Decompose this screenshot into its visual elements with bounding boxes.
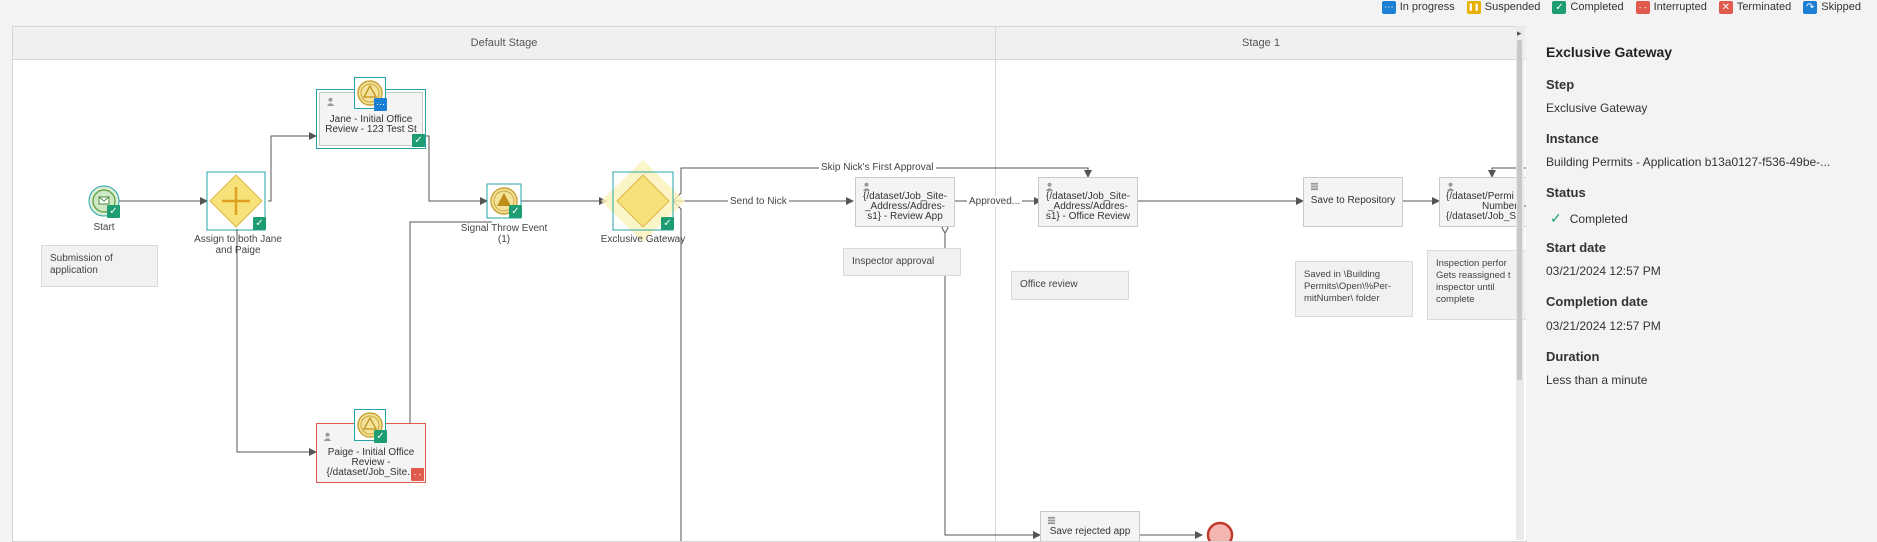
check-icon: ✓ (1550, 210, 1562, 226)
completed-check-icon: ✓ (661, 217, 674, 230)
flow-assign-to-jane (268, 132, 317, 202)
start-date-label: Start date (1546, 240, 1606, 255)
signal-event-label: Signal Throw Event (1) (460, 223, 548, 245)
duration-value: Less than a minute (1546, 373, 1648, 387)
legend-suspended: ❚❚ Suspended (1466, 0, 1541, 14)
assign-gateway-label: Assign to both Jane and Paige (194, 234, 282, 256)
step-label: Step (1546, 77, 1575, 92)
task-label: {/dataset/Job_Si (1446, 211, 1519, 222)
annotation-inspection: Inspection perfor Gets reassigned t insp… (1427, 250, 1526, 320)
step-details-panel: Exclusive Gateway Step Exclusive Gateway… (1526, 26, 1877, 540)
status-value-row: ✓ Completed (1550, 210, 1628, 227)
task-label: s1} - Review App (867, 211, 943, 222)
duration-label: Duration (1546, 349, 1600, 364)
legend-label: Terminated (1736, 1, 1792, 13)
task-permit-number[interactable]: {/dataset/Permi Number} - {/dataset/Job_… (1439, 177, 1526, 227)
service-task-icon (1047, 516, 1056, 525)
completed-check-icon: ✓ (412, 134, 425, 147)
completion-date-label: Completion date (1546, 294, 1648, 309)
chevron-right-icon[interactable]: ▸ (1517, 28, 1522, 39)
service-task-icon (1310, 182, 1319, 191)
flow-label-skip: Skip Nick's First Approval (819, 162, 936, 173)
in-progress-icon: ⋯ (1381, 0, 1396, 14)
skipped-icon: ↷ (1803, 0, 1818, 14)
user-task-icon (862, 182, 871, 191)
process-diagram-canvas[interactable]: Default Stage Stage 1 ✓ ✓ ✓ ✓ Jane - Ini… (12, 26, 1527, 542)
task-label: {/dataset/Job_Site... (326, 467, 416, 478)
task-label: Save rejected app (1049, 526, 1131, 537)
flow-assign-to-paige (236, 229, 317, 456)
task-label: s1} - Office Review (1045, 211, 1131, 222)
user-task-icon (326, 97, 335, 106)
step-value: Exclusive Gateway (1546, 101, 1648, 115)
legend-label: Interrupted (1653, 1, 1707, 13)
task-review-app[interactable]: {/dataset/Job_Site- _Address/Addres- s1}… (855, 177, 955, 227)
start-event-label: Start (93, 222, 115, 233)
legend-label: Suspended (1484, 1, 1541, 13)
annotation-office-review: Office review (1011, 271, 1129, 300)
status-label: Status (1546, 185, 1586, 200)
exclusive-gateway-label: Exclusive Gateway (600, 234, 686, 245)
annotation-inspector-approval: Inspector approval (843, 248, 961, 276)
panel-title: Exclusive Gateway (1546, 44, 1673, 60)
annotation-submission: Submission of application (41, 245, 158, 287)
task-label: Save to Repository (1310, 195, 1396, 206)
legend-label: Completed (1570, 1, 1624, 13)
legend-in-progress: ⋯ In progress (1381, 0, 1455, 14)
completed-icon: ✓ (1552, 0, 1567, 14)
panel-splitter[interactable]: ▸ (1516, 26, 1524, 540)
completed-check-icon: ✓ (107, 205, 120, 218)
status-value: Completed (1569, 211, 1628, 226)
flow-label-approved: Approved... (967, 196, 1023, 207)
task-label: Jane - Initial Office Review - 123 Test … (325, 114, 417, 135)
flow-paige-to-signal (409, 221, 492, 423)
interrupted-icon: - - (411, 468, 424, 481)
status-legend: ⋯ In progress ❚❚ Suspended ✓ Completed - -I… (1381, 0, 1861, 14)
splitter-grip[interactable] (1517, 40, 1522, 380)
end-event (1206, 521, 1234, 541)
suspended-icon: ❚❚ (1466, 0, 1481, 14)
completed-check-icon: ✓ (509, 205, 522, 218)
legend-terminated: ✕ Terminated (1718, 0, 1792, 14)
interrupted-icon: - - (1635, 0, 1650, 14)
in-progress-icon: ⋯ (374, 98, 387, 111)
user-task-icon (1045, 182, 1054, 191)
legend-interrupted: - - Interrupted (1635, 0, 1707, 14)
instance-label: Instance (1546, 131, 1599, 146)
completed-check-icon: ✓ (374, 430, 387, 443)
terminated-icon: ✕ (1718, 0, 1733, 14)
completed-check-icon: ✓ (253, 217, 266, 230)
legend-label: In progress (1399, 1, 1455, 13)
flow-label-send: Send to Nick (728, 196, 789, 207)
annotation-saved-in: Saved in \Building Permits\Open\%Per-mit… (1295, 261, 1413, 317)
start-date-value: 03/21/2024 12:57 PM (1546, 264, 1661, 278)
instance-value[interactable]: Building Permits - Application b13a0127-… (1546, 155, 1830, 169)
task-save-rejected-app[interactable]: Save rejected app (1040, 511, 1140, 541)
legend-label: Skipped (1821, 1, 1861, 13)
flow-jane-to-signal (426, 135, 488, 205)
task-office-review[interactable]: {/dataset/Job_Site- _Address/Addres- s1}… (1038, 177, 1138, 227)
user-task-icon (1446, 182, 1455, 191)
user-task-icon (323, 432, 332, 441)
flow-gateway-down (672, 200, 682, 541)
completion-date-value: 03/21/2024 12:57 PM (1546, 319, 1661, 333)
legend-completed: ✓ Completed (1552, 0, 1624, 14)
legend-skipped: ↷ Skipped (1803, 0, 1861, 14)
task-save-to-repository[interactable]: Save to Repository (1303, 177, 1403, 227)
